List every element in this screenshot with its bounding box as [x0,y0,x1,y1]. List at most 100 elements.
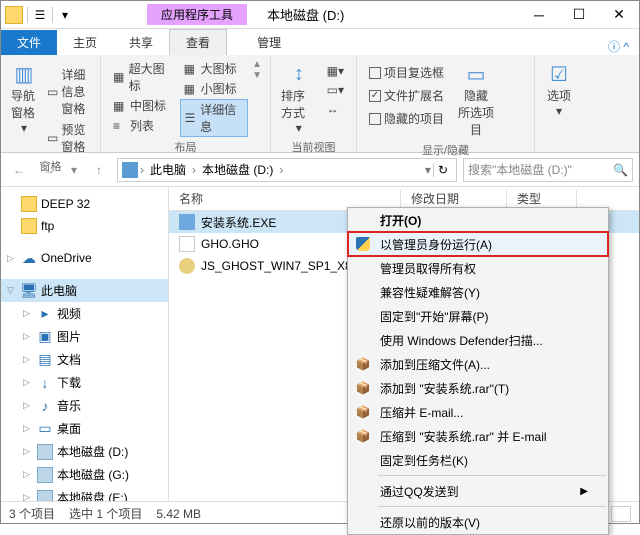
item-check-toggle[interactable]: 项目复选框 [365,63,448,82]
group-current-label: 当前视图 [279,137,348,155]
ctx-add-archive[interactable]: 📦添加到压缩文件(A)... [348,352,608,376]
ctx-compress-rar-email[interactable]: 📦压缩到 "安装系统.rar" 并 E-mail [348,424,608,448]
sort-label: 排序方式 [281,87,317,121]
tree-item-downloads[interactable]: ▷↓下载 [1,371,168,394]
rar-icon: 📦 [354,427,372,445]
status-item-count: 3 个项目 [9,505,55,522]
search-icon: 🔍 [613,163,628,177]
nav-pane-button[interactable]: ▥ 导航窗格 ▾ [9,59,39,137]
options-icon: ☑ [546,61,572,87]
xl-icons-button[interactable]: ▦超大图标 [109,59,176,95]
tab-share[interactable]: 共享 [113,30,169,55]
crumb-this-pc[interactable]: 此电脑 [146,161,190,178]
refresh-button[interactable]: ↻ [433,163,452,177]
col-type[interactable]: 类型 [507,190,577,207]
ctx-qq-send[interactable]: 通过QQ发送到▶ [348,479,608,503]
view-icons-button[interactable] [611,506,631,522]
tree-item-desktop[interactable]: ▷▭桌面 [1,417,168,440]
add-columns-button[interactable]: ▭▾ [323,82,348,98]
hide-selected-button[interactable]: ▭ 隐藏 所选项目 [452,59,500,140]
up-button[interactable]: ↑ [87,158,111,182]
pictures-icon: ▣ [37,329,53,345]
desktop-icon: ▭ [37,421,53,437]
search-placeholder: 搜索"本地磁盘 (D:)" [468,161,572,178]
ctx-pin-taskbar[interactable]: 固定到任务栏(K) [348,448,608,472]
help-button[interactable]: ⓘ ^ [608,38,639,55]
context-tab-tools: 应用程序工具 [147,4,247,25]
details-button[interactable]: ☰详细信息 [180,99,248,137]
tree-item-deep32[interactable]: DEEP 32 [1,193,168,215]
tree-item-pictures[interactable]: ▷▣图片 [1,325,168,348]
hidden-items-toggle[interactable]: 隐藏的项目 [365,109,448,128]
history-button[interactable]: ▾ [67,158,81,182]
tree-item-video[interactable]: ▷▸视频 [1,302,168,325]
tree-item-onedrive[interactable]: ▷☁OneDrive [1,247,168,269]
detail-pane-button[interactable]: ▭详细信息窗格 [43,65,92,118]
options-button[interactable]: ☑ 选项 ▾ [543,59,575,120]
file-list[interactable]: 名称 修改日期 类型 安装系统.EXE GHO.GHO JS_GHOST_WIN… [169,187,639,501]
window-title: 本地磁盘 (D:) [267,5,344,24]
qat-dropdown-icon[interactable]: ▾ [57,7,73,23]
ctx-separator [378,475,606,476]
qat-prop-icon[interactable]: ☰ [32,7,48,23]
file-ext-toggle[interactable]: 文件扩展名 [365,86,448,105]
search-input[interactable]: 搜索"本地磁盘 (D:)" 🔍 [463,158,633,182]
onedrive-icon: ☁ [21,250,37,266]
minimize-button[interactable]: ─ [519,1,559,29]
tree-item-ftp[interactable]: ftp [1,215,168,237]
rar-icon: 📦 [354,403,372,421]
tree-item-drive-d[interactable]: ▷本地磁盘 (D:) [1,440,168,463]
ctx-restore[interactable]: 还原以前的版本(V) [348,510,608,534]
context-menu: 打开(O) 以管理员身份运行(A) 管理员取得所有权 兼容性疑难解答(Y) 固定… [347,207,609,535]
hide-icon: ▭ [463,61,489,87]
ctx-defender[interactable]: 使用 Windows Defender扫描... [348,328,608,352]
tree-item-music[interactable]: ▷♪音乐 [1,394,168,417]
tree-item-drive-e[interactable]: ▷本地磁盘 (E:) [1,486,168,501]
breadcrumb[interactable]: › 此电脑 › 本地磁盘 (D:) › ▾ ↻ [117,158,457,182]
tree-item-documents[interactable]: ▷▤文档 [1,348,168,371]
ctx-add-rar[interactable]: 📦添加到 "安装系统.rar"(T) [348,376,608,400]
ribbon: ▥ 导航窗格 ▾ ▭详细信息窗格 ▭预览窗格 窗格 ▦超大图标 ▦中图标 ≡列表… [1,55,639,153]
s-icons-button[interactable]: ▦小图标 [180,79,248,98]
ctx-troubleshoot[interactable]: 兼容性疑难解答(Y) [348,280,608,304]
ctx-pin-start[interactable]: 固定到"开始"屏幕(P) [348,304,608,328]
tab-home[interactable]: 主页 [57,30,113,55]
col-modified[interactable]: 修改日期 [401,190,507,207]
tree-item-drive-g[interactable]: ▷本地磁盘 (G:) [1,463,168,486]
group-by-button[interactable]: ▦▾ [323,63,348,79]
exe-icon [179,214,195,230]
address-dropdown-icon[interactable]: ▾ [425,163,431,177]
size-columns-button[interactable]: ↔ [323,101,348,117]
crumb-drive[interactable]: 本地磁盘 (D:) [198,161,277,178]
drive-icon [37,444,53,460]
nav-pane-icon: ▥ [11,61,37,87]
sort-button[interactable]: ↕ 排序方式 ▾ [279,59,319,137]
tab-manage[interactable]: 管理 [241,30,297,55]
options-label: 选项 [547,87,571,104]
tree-item-this-pc[interactable]: ▽🖥此电脑 [1,279,168,302]
folder-icon [5,6,23,24]
pc-icon: 🖥 [21,283,37,299]
downloads-icon: ↓ [37,375,53,391]
col-name[interactable]: 名称 [169,190,401,207]
list-button[interactable]: ≡列表 [109,116,176,135]
maximize-button[interactable]: ☐ [559,1,599,29]
preview-pane-button[interactable]: ▭预览窗格 [43,120,92,156]
ctx-compress-email[interactable]: 📦压缩并 E-mail... [348,400,608,424]
tab-file[interactable]: 文件 [1,30,57,55]
ctx-open[interactable]: 打开(O) [348,208,608,232]
back-button[interactable]: ← [7,158,31,182]
forward-button[interactable]: → [37,158,61,182]
status-selected: 选中 1 个项目 [69,505,142,522]
m-icons-button[interactable]: ▦中图标 [109,96,176,115]
l-icons-button[interactable]: ▦大图标 [180,59,248,78]
file-name: GHO.GHO [201,237,259,251]
nav-tree[interactable]: DEEP 32 ftp ▷☁OneDrive ▽🖥此电脑 ▷▸视频 ▷▣图片 ▷… [1,187,169,501]
tab-view[interactable]: 查看 [169,29,227,55]
ctx-run-as-admin[interactable]: 以管理员身份运行(A) [348,232,608,256]
ctx-take-owner[interactable]: 管理员取得所有权 [348,256,608,280]
ctx-separator [378,506,606,507]
file-name: 安装系统.EXE [201,214,276,231]
drive-icon [37,467,53,483]
close-button[interactable]: ✕ [599,1,639,29]
